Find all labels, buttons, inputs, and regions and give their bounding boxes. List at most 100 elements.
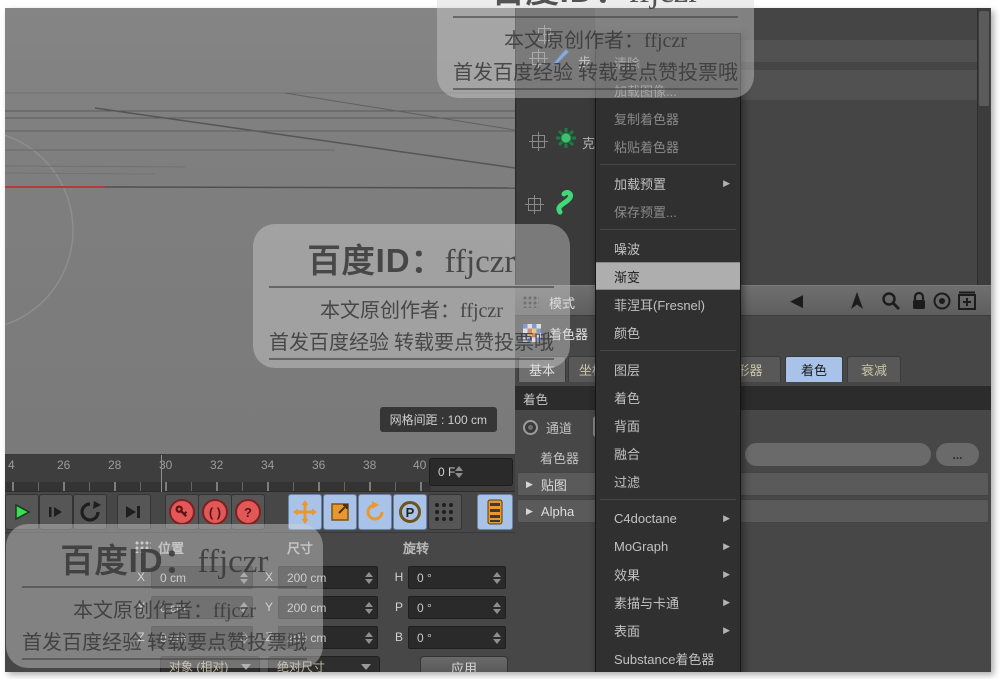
dots-panel-button[interactable] [428,494,462,530]
alpha-section-bar[interactable]: ▶ Alpha [517,499,989,523]
svg-text:P: P [406,505,415,520]
tick-label: 32 [210,458,224,472]
frame-value: 0 F [438,465,456,479]
tick-label: 28 [108,458,122,472]
history-back-icon[interactable]: ◀ [790,291,803,311]
cursor-up-icon[interactable] [848,291,866,311]
watermark-id: ffjczr [444,244,516,280]
menu-item-save-preset[interactable]: 保存预置... [596,197,740,225]
rotate-tool-button[interactable] [358,494,392,530]
tick-label: 38 [363,458,377,472]
menu-item-fusion[interactable]: 融合 [596,439,740,467]
menu-item-label: 表面 [614,623,641,639]
target-icon[interactable] [932,291,952,311]
attribute-object-row[interactable]: 着色器 [515,316,991,350]
menu-item-surface[interactable]: 表面 ▶ [596,616,740,644]
menu-item-noise[interactable]: 噪波 [596,234,740,262]
watermark-line2: 本文原创作者：ffjczr [504,30,687,52]
menu-item-color[interactable]: 颜色 [596,318,740,346]
rotation-b-field[interactable]: 0 ° [408,626,506,649]
menu-item-substance-shader[interactable]: Substance着色器 [596,644,740,672]
autokey-icon: ( ) [202,499,228,525]
submenu-arrow-icon: ▶ [723,177,730,188]
channel-radio[interactable] [523,419,538,435]
shader-link-field[interactable] [745,443,931,466]
grid-spacing-badge: 网格间距 : 100 cm [379,407,497,432]
tab-falloff[interactable]: 衰减 [847,356,901,382]
frame-spinner[interactable] [455,466,464,478]
apply-button[interactable]: 应用 [420,656,508,672]
new-panel-icon[interactable] [957,291,977,311]
watermark-line2: 本文原创作者：ffjczr [73,600,256,622]
menu-item-mograph[interactable]: MoGraph ▶ [596,532,740,560]
search-icon[interactable] [881,291,901,311]
map-section-bar[interactable]: ▶ 贴图 [517,472,989,496]
menu-item-copy-shader[interactable]: 复制着色器 [596,104,740,132]
field-spinner[interactable] [493,571,501,584]
watermark-line3: 首发百度经验 转载要点赞投票哦 [22,626,307,660]
menu-separator [600,499,736,500]
spline-object-icon[interactable] [554,186,580,216]
menu-item-c4doctane[interactable]: C4doctane ▶ [596,504,740,532]
axis-label: B [394,630,403,644]
field-spinner[interactable] [493,601,501,614]
axis-label: H [394,570,404,584]
menu-item-backface[interactable]: 背面 [596,411,740,439]
menu-item-layer[interactable]: 图层 [596,355,740,383]
browse-shader-button[interactable]: ... [936,443,979,466]
menu-item-filter[interactable]: 过滤 [596,467,740,495]
dropdown-arrow-icon [361,663,371,670]
question-icon: ? [235,499,261,525]
menu-item-gradient[interactable]: 渐变 [596,262,740,290]
watermark-prefix: 百度ID： [307,242,445,279]
timeline-playhead[interactable] [161,455,162,492]
tick-label: 4 [8,458,15,472]
field-spinner[interactable] [365,571,373,584]
menu-item-load-preset[interactable]: 加载预置 ▶ [596,169,740,197]
scale-tool-icon [331,503,349,521]
menu-item-sketch-toon[interactable]: 素描与卡通 ▶ [596,588,740,616]
submenu-arrow-icon: ▶ [723,540,730,551]
watermark-top: 百度ID：ffjczr 本文原创作者：ffjczr 首发百度经验 转载要点赞投票… [437,0,754,98]
screenshot-stage: 网格间距 : 100 cm 4 26 28 30 32 34 36 38 40 … [0,0,1000,679]
field-value: 0 ° [417,570,432,585]
scrollbar[interactable] [977,8,990,285]
watermark-id: ffjczr [197,544,269,580]
submenu-arrow-icon: ▶ [723,512,730,523]
rotation-p-field[interactable]: 0 ° [408,596,506,619]
scale-tool-button[interactable] [323,494,357,530]
preview-row[interactable] [741,70,977,100]
shader-context-menu: 清除 加载图像... 复制着色器 粘贴着色器 加载预置 ▶ 保存预置... 噪波 … [595,33,741,672]
render-view-button[interactable] [477,494,513,530]
field-spinner[interactable] [493,631,501,644]
p-coordinate-icon: P [399,501,421,523]
tab-shading[interactable]: 着色 [785,356,843,382]
scrollbar-thumb[interactable] [979,11,989,106]
object-anchor-icon [525,195,544,214]
map-section-label: 贴图 [540,477,567,493]
menu-item-fresnel[interactable]: 菲涅耳(Fresnel) [596,290,740,318]
menu-item-paste-shader[interactable]: 粘贴着色器 [596,132,740,160]
submenu-arrow-icon: ▶ [723,624,730,635]
menu-item-effects[interactable]: 效果 ▶ [596,560,740,588]
record-key-icon [169,499,195,525]
gear-object-icon[interactable] [554,126,578,150]
shader-preview-panel [741,8,991,285]
lock-icon[interactable] [910,291,928,311]
menu-item-label: C4doctane [614,510,677,526]
field-spinner[interactable] [365,601,373,614]
coordinate-system-button[interactable]: P [393,494,427,530]
object-name-partial: 克 [582,136,596,151]
current-frame-field[interactable]: 0 F [429,458,513,486]
menu-separator [600,164,736,165]
preview-row[interactable] [741,40,977,62]
submenu-arrow-icon: ▶ [723,568,730,579]
rotation-h-field[interactable]: 0 ° [408,566,506,589]
dots-grid-icon [435,503,453,521]
menu-item-label: 加载预置 [614,176,667,192]
field-spinner[interactable] [365,631,373,644]
watermark-prefix: 百度ID： [60,542,198,579]
menu-item-colorizer[interactable]: 着色 [596,383,740,411]
field-value: 0 ° [417,600,432,615]
menu-separator [600,350,736,351]
